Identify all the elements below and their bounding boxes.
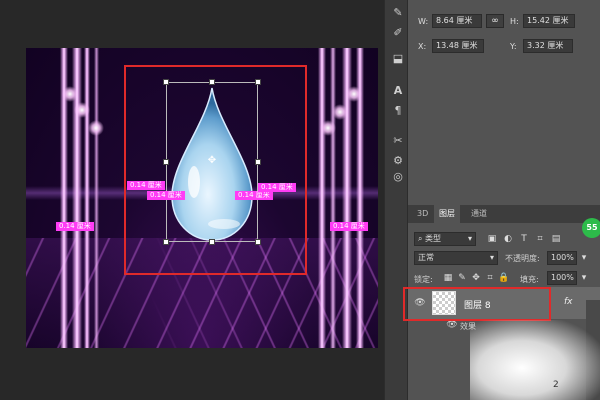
smart-object-filter-icon[interactable]: ▤ bbox=[550, 233, 562, 245]
highlight-box-layer bbox=[403, 287, 551, 321]
shape-filter-icon[interactable]: ⌗ bbox=[534, 233, 546, 245]
x-position-field[interactable]: 13.48 厘米 bbox=[432, 39, 484, 53]
measure-label: 0.14 厘米 bbox=[147, 191, 185, 200]
light-flare bbox=[346, 86, 362, 102]
lock-transparency-icon[interactable]: ▦ bbox=[442, 272, 454, 284]
lock-pixels-icon[interactable]: ✎ bbox=[456, 272, 468, 284]
tools-toolbar: ✎ ✐ ⬓ A ¶ ✂ ⚙ ◎ bbox=[384, 0, 408, 400]
paragraph-icon[interactable]: ¶ bbox=[391, 104, 405, 118]
transform-handle[interactable] bbox=[163, 159, 169, 165]
blurred-overlay bbox=[470, 320, 600, 400]
filter-kind-label: 类型 bbox=[425, 234, 442, 243]
fill-field[interactable]: 100% bbox=[547, 271, 577, 285]
blend-mode-select[interactable]: 正常 ▾ bbox=[414, 251, 498, 265]
chevron-down-icon: ▾ bbox=[489, 253, 494, 262]
chevron-down-icon: ▾ bbox=[467, 234, 472, 243]
transform-handle[interactable] bbox=[209, 79, 215, 85]
neon-beam bbox=[94, 48, 99, 348]
measure-label: 0.14 厘米 bbox=[127, 181, 165, 190]
y-position-field[interactable]: 3.32 厘米 bbox=[523, 39, 573, 53]
layer-filter-select[interactable]: ⌕ 类型 ▾ bbox=[414, 232, 476, 246]
transform-handle[interactable] bbox=[209, 239, 215, 245]
scissors-icon[interactable]: ✂ bbox=[391, 134, 405, 148]
measure-label: 0.14 厘米 bbox=[56, 222, 94, 231]
text-tool-icon[interactable]: A bbox=[391, 84, 405, 98]
link-proportions-icon[interactable]: ∞ bbox=[486, 14, 504, 28]
adjustment-filter-icon[interactable]: ◐ bbox=[502, 233, 514, 245]
light-flare bbox=[62, 86, 78, 102]
chevron-down-icon[interactable]: ▾ bbox=[578, 272, 590, 284]
fx-icon[interactable]: fx bbox=[564, 297, 573, 307]
neon-beam bbox=[318, 48, 326, 348]
properties-panel: W: 8.64 厘米 ∞ H: 15.42 厘米 X: 13.48 厘米 Y: … bbox=[408, 0, 600, 60]
light-flare bbox=[88, 120, 104, 136]
transform-handle[interactable] bbox=[163, 79, 169, 85]
tab-3d[interactable]: 3D bbox=[412, 205, 433, 223]
measure-label: 0.14 厘米 bbox=[330, 222, 368, 231]
properties-panel-body bbox=[408, 60, 600, 205]
chevron-down-icon[interactable]: ▾ bbox=[578, 252, 590, 264]
notification-badge[interactable]: 55 bbox=[582, 218, 600, 238]
neon-beam bbox=[330, 48, 336, 348]
history-brush-icon[interactable]: ✐ bbox=[391, 26, 405, 40]
opacity-label: 不透明度: bbox=[505, 254, 540, 263]
y-label: Y: bbox=[510, 42, 517, 51]
tab-layers[interactable]: 图层 bbox=[434, 205, 460, 223]
blend-mode-value: 正常 bbox=[418, 253, 434, 262]
tab-channels[interactable]: 通道 bbox=[466, 205, 492, 223]
light-flare bbox=[332, 104, 348, 120]
corner-number: 2 bbox=[553, 380, 559, 390]
neon-beam bbox=[84, 48, 90, 348]
measure-label: 0.14 厘米 bbox=[235, 191, 273, 200]
light-flare bbox=[320, 120, 336, 136]
brush-icon[interactable]: ✎ bbox=[391, 6, 405, 20]
width-label: W: bbox=[418, 17, 429, 26]
fill-label: 填充: bbox=[520, 275, 539, 284]
lock-position-icon[interactable]: ✥ bbox=[470, 272, 482, 284]
transform-handle[interactable] bbox=[255, 239, 261, 245]
transform-handle[interactable] bbox=[163, 239, 169, 245]
measure-label: 0.14 厘米 bbox=[258, 183, 296, 192]
transform-handle[interactable] bbox=[255, 79, 261, 85]
reference-point-icon[interactable]: ✥ bbox=[207, 156, 217, 166]
x-label: X: bbox=[418, 42, 427, 51]
transform-handle[interactable] bbox=[255, 159, 261, 165]
text-filter-icon[interactable]: T bbox=[518, 233, 530, 245]
lock-artboard-icon[interactable]: ⌗ bbox=[484, 272, 496, 284]
light-flare bbox=[74, 102, 90, 118]
opacity-field[interactable]: 100% bbox=[547, 251, 577, 265]
image-filter-icon[interactable]: ▣ bbox=[486, 233, 498, 245]
lock-all-icon[interactable]: 🔒 bbox=[498, 272, 510, 284]
width-field[interactable]: 8.64 厘米 bbox=[432, 14, 482, 28]
search-icon: ⌕ bbox=[418, 234, 426, 243]
cube-icon[interactable]: ◎ bbox=[391, 170, 405, 184]
height-field[interactable]: 15.42 厘米 bbox=[523, 14, 575, 28]
adjust-icon[interactable]: ⚙ bbox=[391, 154, 405, 168]
layers-tab-bar: 3D 图层 通道 bbox=[408, 205, 600, 223]
height-label: H: bbox=[510, 17, 519, 26]
stamp-icon[interactable]: ⬓ bbox=[391, 52, 405, 66]
lock-label: 锁定: bbox=[414, 275, 433, 284]
